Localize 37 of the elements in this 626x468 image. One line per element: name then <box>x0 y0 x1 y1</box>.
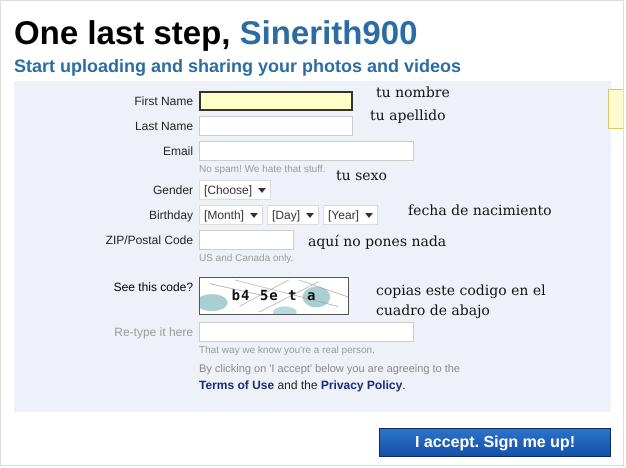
agreement-text: and the <box>276 378 319 392</box>
handwritten-note: tu apellido <box>370 108 446 124</box>
dropdown[interactable]: [Year] <box>323 205 378 225</box>
tooltip-bubble <box>608 89 623 129</box>
field-label: Last Name <box>134 118 194 135</box>
field-label: See this code? <box>112 279 194 296</box>
caret-icon <box>364 212 373 218</box>
caret-icon <box>306 212 314 218</box>
handwritten-note: fecha de nacimiento <box>408 203 552 219</box>
dropdown[interactable]: [Choose] <box>199 180 272 200</box>
agreement-text: By clicking on 'I accept' below you are agreeing to the <box>199 363 460 375</box>
field-label: Gender <box>152 182 194 199</box>
agreement-text: . <box>402 378 406 392</box>
hint-text: US and Canada only. <box>199 253 294 264</box>
dropdown[interactable]: [Month] <box>199 205 264 225</box>
page-title: One last step, <box>14 14 232 51</box>
field-label: First Name <box>133 93 194 110</box>
captcha-image: b4 5e t a <box>199 277 349 315</box>
sign-up-button[interactable]: I accept. Sign me up! <box>379 428 611 457</box>
caret-icon <box>250 212 258 218</box>
input-field[interactable] <box>199 91 353 111</box>
handwritten-note: copias este codigo en el cuadro de abajo <box>376 282 547 321</box>
terms-link[interactable]: Terms of Use <box>199 378 274 392</box>
hint-text: No spam! We hate that stuff. <box>199 164 326 175</box>
handwritten-note: tu sexo <box>336 168 387 184</box>
username: Sinerith900 <box>240 14 418 51</box>
handwritten-note: aquí no pones nada <box>308 234 446 250</box>
dropdown[interactable]: [Day] <box>267 205 320 225</box>
field-label: Email <box>162 143 194 160</box>
page-subtitle: Start uploading and sharing your photos and videos <box>14 55 462 77</box>
hint-text: That way we know you're a real person. <box>199 345 376 356</box>
handwritten-note: tu nombre <box>376 85 450 101</box>
privacy-link[interactable]: Privacy Policy <box>320 378 402 392</box>
caret-icon <box>258 188 266 192</box>
field-label: ZIP/Postal Code <box>104 232 194 249</box>
field-label: Birthday <box>148 207 194 224</box>
field-label: Re-type it here <box>113 324 194 341</box>
